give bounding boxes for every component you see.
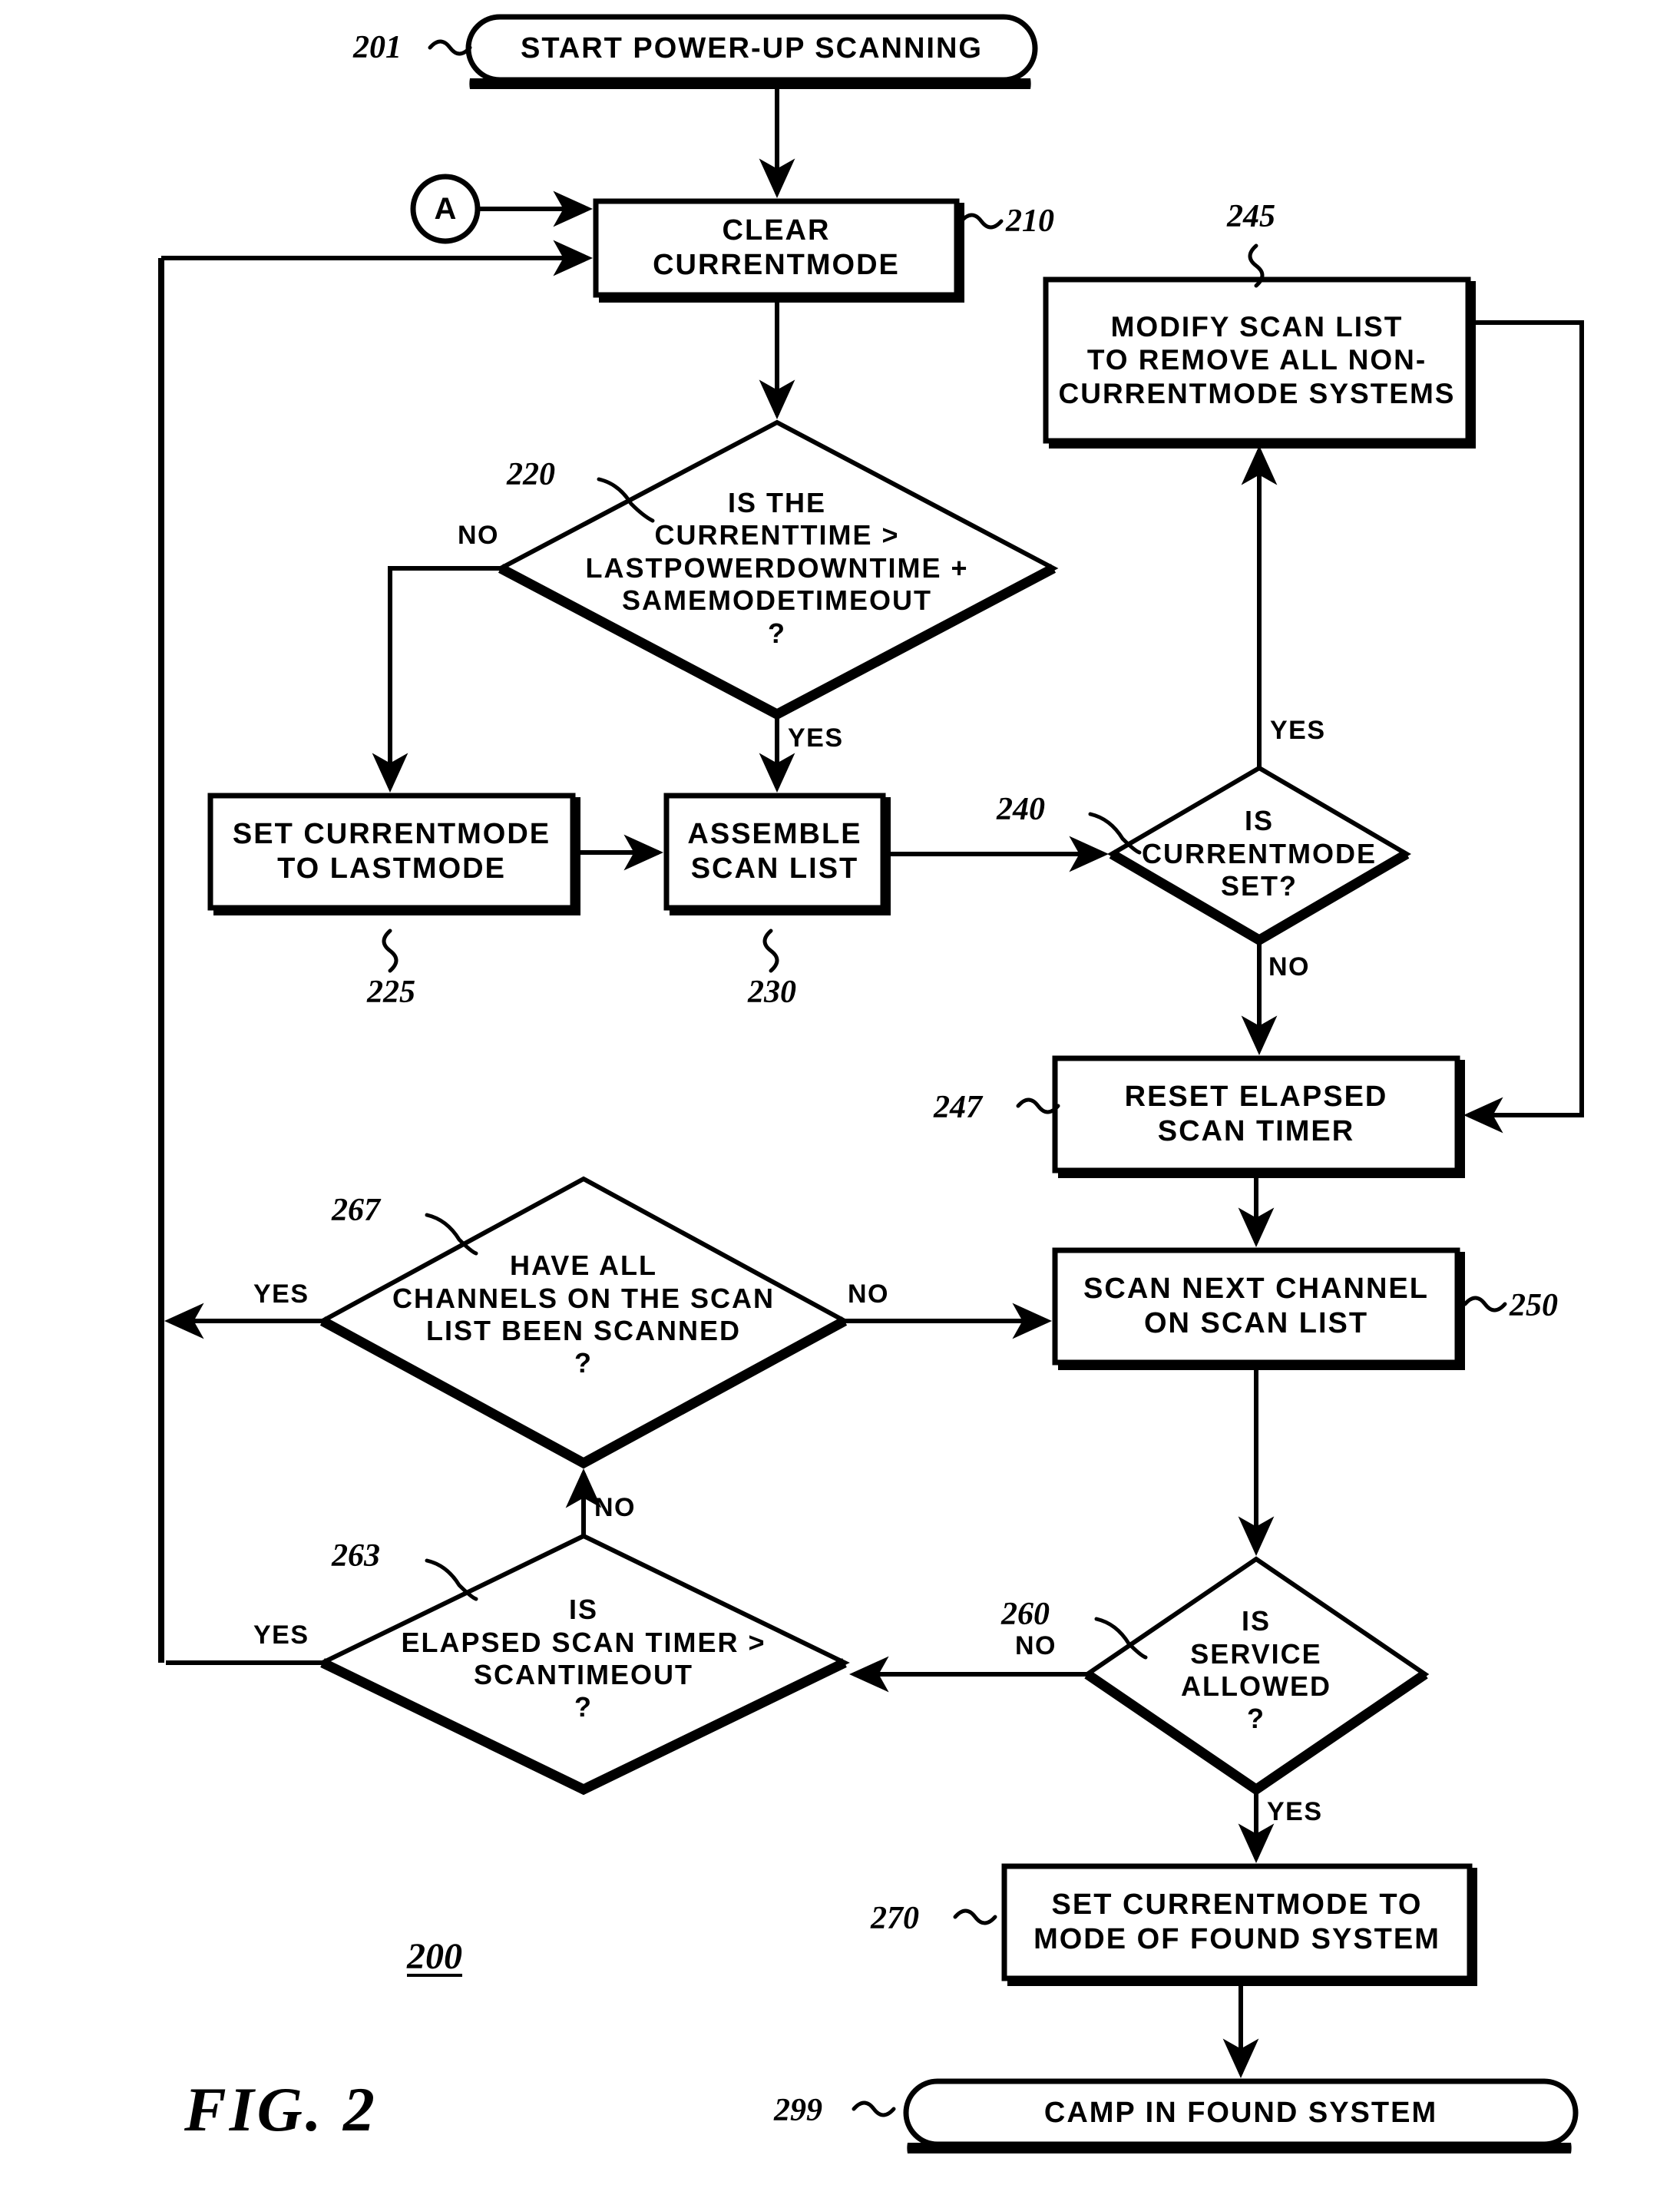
ref-number-250: 250 — [1510, 1288, 1558, 1323]
leader-250 — [1463, 1296, 1507, 1313]
node-shape-267 — [317, 1176, 850, 1466]
branch-label-240-yes: YES — [1270, 716, 1326, 745]
branch-label-267-yes: YES — [253, 1279, 309, 1309]
ref-number-245: 245 — [1227, 199, 1275, 234]
node-shape-201 — [465, 14, 1038, 83]
ref-number-220: 220 — [507, 457, 555, 492]
ref-number-263: 263 — [332, 1538, 380, 1574]
branch-label-220-no: NO — [458, 521, 499, 550]
branch-label-260-yes: YES — [1267, 1797, 1323, 1826]
leader-201 — [428, 39, 472, 56]
edge-245-247-loop — [1463, 320, 1584, 1134]
branch-label-260-no: NO — [1015, 1631, 1057, 1660]
node-shape-220 — [495, 419, 1059, 717]
ref-number-270: 270 — [871, 1901, 919, 1936]
node-shape-260 — [1083, 1556, 1430, 1793]
branch-label-240-no: NO — [1268, 952, 1310, 982]
node-shape-230 — [663, 793, 886, 911]
node-shape-240 — [1107, 765, 1411, 943]
node-shape-225 — [207, 793, 576, 911]
branch-label-263-yes: YES — [253, 1620, 309, 1650]
ref-number-247: 247 — [934, 1090, 982, 1125]
leader-230 — [762, 929, 779, 973]
ref-number-225: 225 — [367, 975, 415, 1010]
node-shape-245 — [1043, 276, 1471, 444]
leader-247 — [1016, 1097, 1060, 1114]
leader-263 — [425, 1558, 478, 1601]
leader-270 — [953, 1908, 997, 1925]
leader-267 — [425, 1213, 478, 1256]
ref-number-210: 210 — [1006, 204, 1054, 239]
ref-number-240: 240 — [997, 792, 1045, 827]
node-shape-270 — [1001, 1863, 1473, 1981]
ref-number-230: 230 — [748, 975, 796, 1010]
figure-caption: FIG. 2 — [184, 2074, 378, 2144]
leader-225 — [382, 929, 399, 973]
flowchart-graphics-layer — [158, 14, 1584, 2153]
branch-label-220-yes: YES — [788, 723, 844, 753]
leader-299 — [852, 2100, 896, 2117]
leader-210 — [959, 213, 1004, 230]
ref-number-267: 267 — [332, 1193, 380, 1228]
ref-number-201: 201 — [353, 30, 402, 65]
node-shape-210 — [593, 198, 960, 298]
node-shape-connector-a — [410, 174, 481, 244]
node-outlines — [207, 14, 1579, 2147]
leader-240 — [1088, 812, 1142, 855]
branch-label-267-no: NO — [848, 1279, 889, 1309]
edge-220-no-225 — [372, 566, 501, 793]
patent-figure-page: START POWER-UP SCANNING 201 A CLEAR CURR… — [0, 0, 1680, 2208]
node-shape-247 — [1052, 1055, 1460, 1174]
figure-reference-200: 200 — [407, 1936, 462, 1977]
ref-number-260: 260 — [1001, 1597, 1050, 1632]
ref-number-299: 299 — [774, 2093, 822, 2128]
node-shape-250 — [1052, 1247, 1460, 1366]
branch-label-263-no: NO — [594, 1493, 636, 1522]
node-shape-263 — [317, 1533, 850, 1793]
node-shape-299 — [903, 2078, 1579, 2147]
